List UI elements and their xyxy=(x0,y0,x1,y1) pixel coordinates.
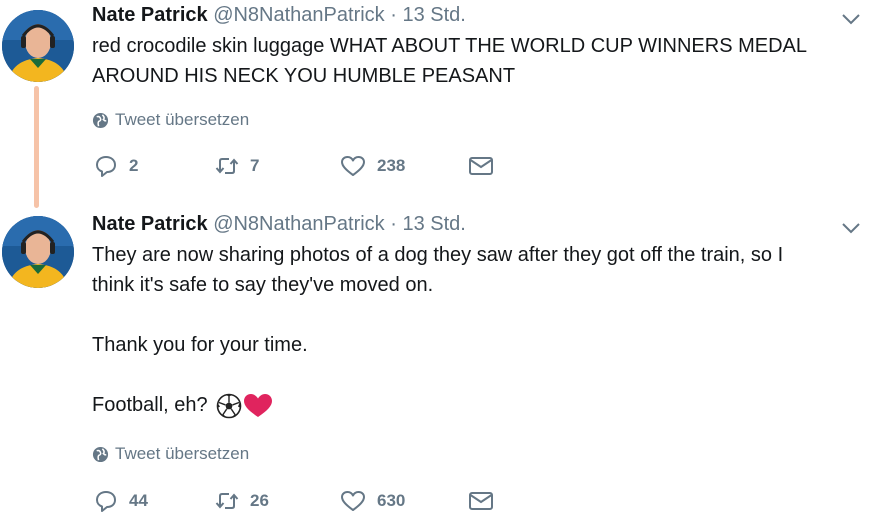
direct-message-button[interactable] xyxy=(468,155,494,177)
chevron-down-icon[interactable] xyxy=(841,221,861,235)
separator: · xyxy=(390,213,397,235)
envelope-icon xyxy=(469,157,493,175)
tweet-actions: 2 7 238 xyxy=(94,154,494,178)
globe-icon xyxy=(92,112,109,128)
avatar[interactable] xyxy=(2,216,74,288)
translate-label: Tweet übersetzen xyxy=(115,110,250,129)
retweet-count: 7 xyxy=(250,156,260,175)
tweet-text-last-line: Football, eh? xyxy=(92,390,783,420)
translate-label: Tweet übersetzen xyxy=(115,444,250,463)
tweet-text: red crocodile skin luggage WHAT ABOUT TH… xyxy=(92,31,807,91)
envelope-icon xyxy=(469,492,493,510)
retweet-icon xyxy=(215,493,239,509)
author-handle[interactable]: @N8NathanPatrick xyxy=(213,4,384,26)
tweet-2[interactable]: Nate Patrick @N8NathanPatrick · 13 Std. … xyxy=(0,205,873,519)
retweet-button[interactable]: 26 xyxy=(215,489,340,513)
like-button[interactable]: 630 xyxy=(340,489,468,513)
tweet-text-spacer xyxy=(92,300,783,330)
tweet-text-line: red crocodile skin luggage WHAT ABOUT TH… xyxy=(92,35,808,57)
tweet-text-line: think it's safe to say they've moved on. xyxy=(92,274,434,296)
retweet-button[interactable]: 7 xyxy=(215,154,340,178)
globe-icon xyxy=(92,446,109,462)
translate-tweet-link[interactable]: Tweet übersetzen xyxy=(92,110,249,130)
tweet-actions: 44 26 630 xyxy=(94,489,494,513)
timestamp[interactable]: 13 Std. xyxy=(402,213,465,235)
author-handle[interactable]: @N8NathanPatrick xyxy=(213,213,384,235)
tweet-text-line: Football, eh? xyxy=(92,394,208,416)
tweet-text-line: Thank you for your time. xyxy=(92,334,308,356)
author-name[interactable]: Nate Patrick xyxy=(92,4,208,26)
reply-count: 44 xyxy=(129,491,148,510)
translate-tweet-link[interactable]: Tweet übersetzen xyxy=(92,444,249,464)
retweet-icon xyxy=(215,158,239,174)
tweet-text: They are now sharing photos of a dog the… xyxy=(92,240,783,420)
tweet-header: Nate Patrick @N8NathanPatrick · 13 Std. xyxy=(92,4,466,27)
timestamp[interactable]: 13 Std. xyxy=(402,4,465,26)
separator: · xyxy=(390,4,397,26)
reply-button[interactable]: 2 xyxy=(94,154,215,178)
soccer-ball-emoji xyxy=(216,393,242,419)
chevron-down-icon[interactable] xyxy=(841,12,861,26)
like-button[interactable]: 238 xyxy=(340,154,468,178)
tweet-text-spacer xyxy=(92,360,783,390)
heart-icon xyxy=(341,491,365,511)
tweet-header: Nate Patrick @N8NathanPatrick · 13 Std. xyxy=(92,213,466,236)
like-count: 238 xyxy=(377,156,406,175)
tweet-text-line: They are now sharing photos of a dog the… xyxy=(92,244,784,266)
thread-connector-line xyxy=(34,86,39,208)
heart-icon xyxy=(341,156,365,176)
reply-icon xyxy=(96,491,116,512)
direct-message-button[interactable] xyxy=(468,490,494,512)
like-count: 630 xyxy=(377,491,406,510)
author-name[interactable]: Nate Patrick xyxy=(92,213,208,235)
red-heart-emoji xyxy=(244,393,273,417)
retweet-count: 26 xyxy=(250,491,269,510)
avatar[interactable] xyxy=(2,10,74,82)
tweet-1[interactable]: Nate Patrick @N8NathanPatrick · 13 Std. … xyxy=(0,0,873,208)
emoji-group xyxy=(216,393,273,419)
reply-button[interactable]: 44 xyxy=(94,489,215,513)
tweet-text-line: AROUND HIS NECK YOU HUMBLE PEASANT xyxy=(92,65,516,87)
reply-icon xyxy=(96,156,116,177)
reply-count: 2 xyxy=(129,156,139,175)
